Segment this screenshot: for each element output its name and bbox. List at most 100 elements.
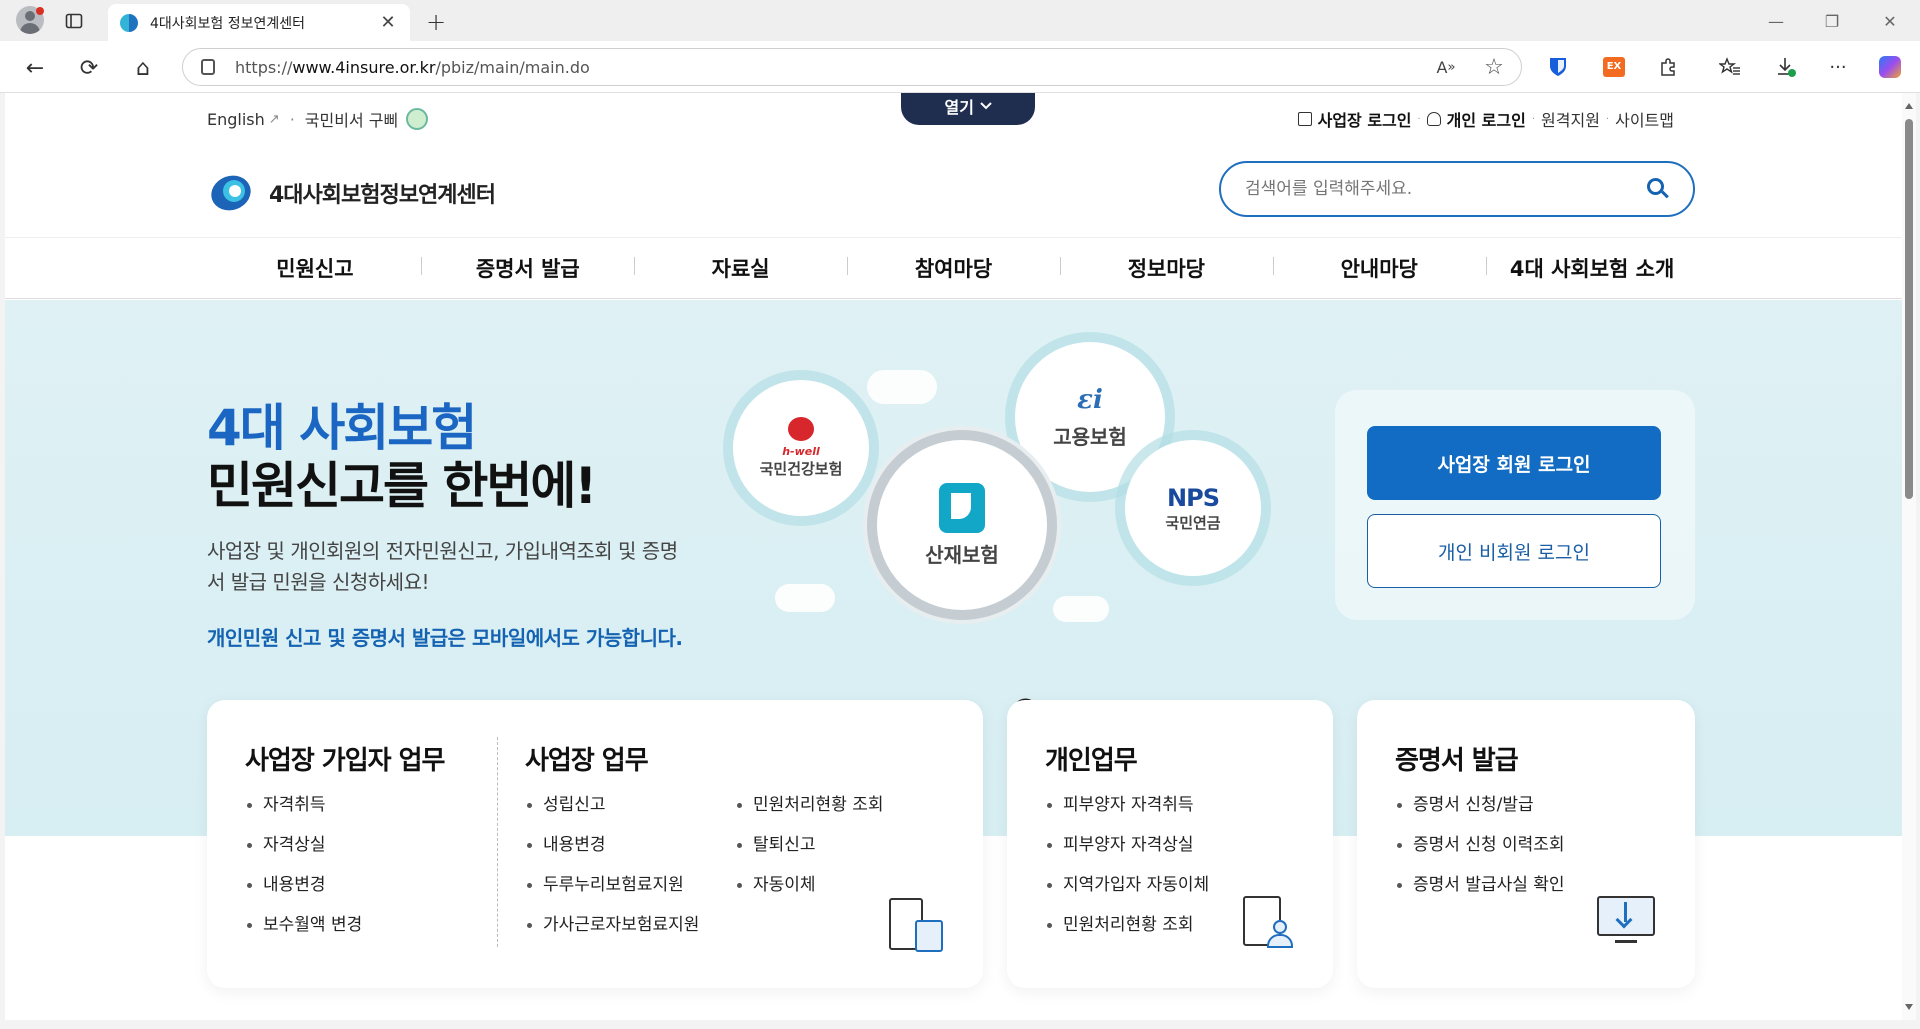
search-box [1219,161,1695,217]
list-item[interactable]: 두루누리보험료지원 [525,872,699,912]
site-logo[interactable]: 4대사회보험정보연계센터 [206,168,496,218]
biz-login-link[interactable]: 사업장 로그인 [1297,107,1411,131]
list-item[interactable]: 탈퇴신고 [735,832,884,872]
certificate-list: 증명서 신청/발급 증명서 신청 이력조회 증명서 발급사실 확인 [1395,792,1565,912]
utility-links-right: 사업장 로그인 · 개인 로그인 · 원격지원 · 사이트맵 [1297,107,1674,131]
separator: · [1531,113,1536,125]
external-link-icon: ↗ [268,111,280,127]
extensions-icon[interactable] [1652,51,1684,83]
list-item[interactable]: 증명서 발급사실 확인 [1395,872,1565,912]
address-toolbar: ← ⟳ ⌂ https://www.4insure.or.kr/pbiz/mai… [0,41,1920,93]
building-document-icon [889,898,949,952]
nav-information[interactable]: 정보마당 [1059,253,1273,283]
list-item[interactable]: 성립신고 [525,792,699,832]
browser-tab-bar: 4대사회보험 정보연계센터 ✕ + — ❐ ✕ [0,0,1920,41]
monitor-download-icon [1597,896,1657,950]
card-title: 사업장 업무 [525,746,649,776]
personal-login-link[interactable]: 개인 로그인 [1426,107,1526,131]
hero-description: 사업장 및 개인회원의 전자민원신고, 가입내역조회 및 증명서 발급 민원을 … [207,539,678,594]
downloads-icon[interactable] [1770,51,1802,83]
hero-mobile-note: 개인민원 신고 및 증명서 발급은 모바일에서도 가능합니다. [207,626,683,650]
remote-support-link[interactable]: 원격지원 [1541,107,1600,131]
list-item[interactable]: 증명서 신청 이력조회 [1395,832,1565,872]
page-viewport: 열기 English ↗ · 국민비서 구삐 사업장 로그인 · 개인 로그인 … [5,93,1902,1020]
nav-civil-report[interactable]: 민원신고 [209,253,422,283]
separator: · [1605,113,1610,125]
list-item[interactable]: 보수월액 변경 [245,912,362,952]
list-item[interactable]: 민원처리현황 조회 [1045,912,1209,952]
address-bar[interactable]: https://www.4insure.or.kr/pbiz/main/main… [182,48,1522,86]
nav-certificate[interactable]: 증명서 발급 [421,253,634,283]
list-item[interactable]: 가사근로자보험료지원 [525,912,699,952]
search-input[interactable] [1245,179,1647,199]
chevron-down-icon [979,102,992,110]
back-button[interactable]: ← [20,53,50,83]
personal-guest-login-button[interactable]: 개인 비회원 로그인 [1367,514,1661,588]
tab-actions-icon[interactable] [62,9,86,33]
cloud-decoration [867,370,937,404]
biz-member-login-button[interactable]: 사업장 회원 로그인 [1367,426,1661,500]
personal-card: 개인업무 피부양자 자격취득 피부양자 자격상실 지역가입자 자동이체 민원처리… [1007,700,1333,988]
new-tab-button[interactable]: + [422,8,450,36]
tab-active[interactable]: 4대사회보험 정보연계센터 ✕ [108,4,410,41]
list-item[interactable]: 피부양자 자격상실 [1045,832,1209,872]
restore-button[interactable]: ❐ [1812,8,1852,34]
scroll-down-icon[interactable] [1905,1004,1913,1010]
tab-title: 4대사회보험 정보연계센터 [150,15,306,32]
list-item[interactable]: 내용변경 [525,832,699,872]
utility-links-left: English ↗ · 국민비서 구삐 [207,107,429,131]
ei-logo-icon: εi [1077,384,1103,415]
business-card: 사업장 가입자 업무 자격취득 자격상실 내용변경 보수월액 변경 사업장 업무… [207,700,983,988]
open-toggle-button[interactable]: 열기 [901,93,1035,125]
ombudsman-link[interactable]: 국민비서 구삐 [305,107,398,131]
tab-close-icon[interactable]: ✕ [378,12,398,33]
person-document-icon [1243,896,1303,950]
main-navigation: 민원신고 증명서 발급 자료실 참여마당 정보마당 안내마당 4대 사회보험 소… [5,237,1902,299]
industrial-accident-badge: 산재보험 [877,440,1047,610]
nav-about[interactable]: 4대 사회보험 소개 [1485,253,1699,283]
hero-title-line2: 민원신고를 한번에! [207,457,597,515]
biz-list-col2: 민원처리현황 조회 탈퇴신고 자동이체 [735,792,884,912]
copilot-icon[interactable] [1874,51,1906,83]
home-button[interactable]: ⌂ [128,53,158,83]
nav-participation[interactable]: 참여마당 [847,253,1060,283]
sitemap-link[interactable]: 사이트맵 [1615,107,1674,131]
favorite-star-icon[interactable]: ☆ [1478,51,1510,83]
minimize-button[interactable]: — [1756,8,1796,34]
logo-text: 4대사회보험정보연계센터 [269,183,496,208]
read-aloud-icon[interactable]: A» [1430,51,1462,83]
card-title: 증명서 발급 [1395,746,1519,776]
divider [497,737,498,947]
list-item[interactable]: 자격취득 [245,792,362,832]
scroll-up-icon[interactable] [1905,103,1913,109]
notification-dot [36,7,44,15]
search-icon[interactable] [1647,178,1669,200]
separator: · [289,109,295,129]
lock-icon[interactable] [201,59,215,75]
building-icon [1297,112,1312,126]
english-link[interactable]: English [207,110,265,129]
list-item[interactable]: 피부양자 자격취득 [1045,792,1209,832]
url-text: https://www.4insure.or.kr/pbiz/main/main… [235,57,590,77]
close-window-button[interactable]: ✕ [1870,8,1910,34]
page-scrollbar[interactable] [1902,93,1916,1020]
list-item[interactable]: 자격상실 [245,832,362,872]
bitwarden-icon[interactable] [1542,51,1574,83]
list-item[interactable]: 지역가입자 자동이체 [1045,872,1209,912]
national-pension-badge: NPS 국민연금 [1125,440,1261,576]
list-item[interactable]: 내용변경 [245,872,362,912]
scroll-thumb[interactable] [1905,119,1913,499]
heart-logo-icon [788,417,814,441]
refresh-button[interactable]: ⟳ [74,53,104,83]
favorites-icon[interactable] [1714,51,1746,83]
nav-guide[interactable]: 안내마당 [1272,253,1486,283]
health-insurance-badge: h-well 국민건강보험 [733,380,869,516]
list-item[interactable]: 민원처리현황 조회 [735,792,884,832]
list-item[interactable]: 증명서 신청/발급 [1395,792,1565,832]
nav-library[interactable]: 자료실 [634,253,847,283]
cloud-decoration [1053,596,1109,622]
card-title: 사업장 가입자 업무 [245,746,445,776]
list-item[interactable]: 자동이체 [735,872,884,912]
more-icon[interactable]: ··· [1822,51,1854,83]
ex-extension-icon[interactable]: EX [1598,51,1630,83]
